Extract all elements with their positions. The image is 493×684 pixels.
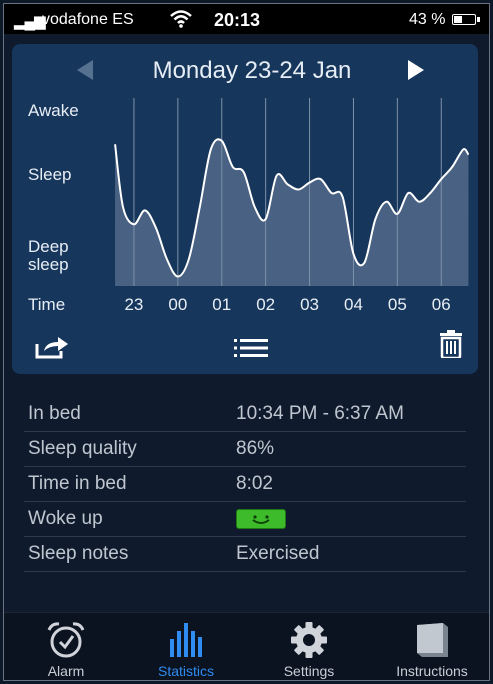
book-icon bbox=[417, 623, 448, 657]
stat-label: Woke up bbox=[28, 508, 103, 529]
stat-label: Sleep notes bbox=[28, 543, 129, 564]
stat-value: 8:02 bbox=[236, 473, 273, 494]
stat-value: 10:34 PM - 6:37 AM bbox=[236, 403, 404, 424]
stat-label: Time in bed bbox=[28, 473, 127, 494]
carrier-name: vodafone ES bbox=[42, 11, 134, 28]
battery-icon bbox=[452, 14, 480, 25]
left-triangle-icon[interactable] bbox=[77, 60, 93, 80]
y-label-awake: Awake bbox=[28, 101, 79, 120]
x-tick-label: 02 bbox=[256, 295, 276, 314]
stat-row-woke-up[interactable]: Woke up bbox=[24, 501, 466, 536]
signal-icon: ▂▄▆ bbox=[14, 13, 46, 30]
tab-label: Alarm bbox=[47, 663, 85, 679]
x-tick-label: 03 bbox=[300, 295, 319, 314]
smiley-face-icon[interactable] bbox=[236, 509, 286, 529]
right-triangle-icon[interactable] bbox=[408, 60, 424, 80]
tab-label: Instructions bbox=[396, 663, 468, 679]
tab-alarm[interactable]: Alarm bbox=[6, 613, 126, 680]
x-tick-label: 23 bbox=[124, 295, 144, 314]
date-title: Monday 23-24 Jan bbox=[152, 57, 352, 84]
stat-row-in-bed: In bed 10:34 PM - 6:37 AM bbox=[24, 397, 466, 431]
sleep-graph-card: Monday 23-24 Jan Awake Sleep Deep sleep … bbox=[12, 44, 478, 374]
bar-chart-icon bbox=[170, 623, 202, 657]
tab-instructions[interactable]: Instructions bbox=[372, 613, 489, 680]
tab-settings[interactable]: Settings bbox=[249, 613, 369, 680]
stat-row-sleep-notes[interactable]: Sleep notes Exercised bbox=[24, 536, 466, 572]
x-tick-label: 01 bbox=[212, 295, 232, 314]
stat-value: Exercised bbox=[236, 543, 320, 564]
battery-fill bbox=[454, 16, 463, 23]
clock: 20:13 bbox=[214, 10, 261, 30]
x-tick-label: 06 bbox=[431, 295, 451, 314]
tab-label: Settings bbox=[283, 663, 335, 679]
x-tick-label: 05 bbox=[387, 295, 407, 314]
app-screen: ▂▄▆ vodafone ES 20:13 43 % Monday 23-24 … bbox=[3, 3, 490, 681]
trash-icon[interactable] bbox=[440, 330, 462, 358]
share-icon[interactable] bbox=[34, 334, 70, 360]
battery-percent: 43 % bbox=[409, 11, 446, 28]
stat-row-time-in-bed: Time in bed 8:02 bbox=[24, 466, 466, 501]
alarm-clock-icon bbox=[47, 622, 85, 658]
x-tick-label: 04 bbox=[343, 295, 363, 314]
wifi-icon bbox=[170, 10, 192, 28]
x-axis-label: Time bbox=[28, 295, 66, 314]
tab-label: Statistics bbox=[157, 663, 214, 679]
stat-row-sleep-quality: Sleep quality 86% bbox=[24, 431, 466, 466]
stat-label: Sleep quality bbox=[28, 438, 137, 459]
y-label-sleep: Sleep bbox=[28, 165, 72, 184]
list-icon[interactable] bbox=[234, 338, 268, 358]
x-tick-label: 00 bbox=[168, 295, 188, 314]
gear-icon bbox=[291, 622, 327, 658]
sleep-stats-list: In bed 10:34 PM - 6:37 AM Sleep quality … bbox=[24, 397, 466, 572]
tab-bar: Alarm Statistics Settings Instructions bbox=[4, 612, 489, 680]
y-label-deep-sleep: Deep sleep bbox=[28, 237, 69, 274]
tab-statistics[interactable]: Statistics bbox=[126, 613, 246, 680]
stat-value: 86% bbox=[236, 438, 275, 459]
status-bar: ▂▄▆ vodafone ES 20:13 43 % bbox=[4, 4, 489, 34]
stat-label: In bed bbox=[28, 403, 81, 424]
sleep-chart bbox=[114, 98, 470, 286]
